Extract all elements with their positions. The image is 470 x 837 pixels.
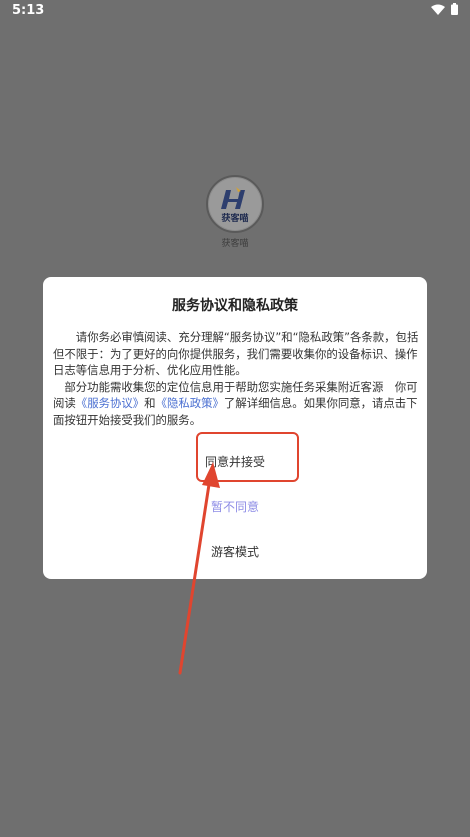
status-icons	[431, 3, 458, 15]
battery-icon	[451, 3, 458, 15]
dialog-title: 服务协议和隐私政策	[172, 298, 298, 314]
status-bar: 5:13	[0, 0, 470, 22]
dialog-paragraph-1: 请你务必审慎阅读、充分理解“服务协议”和“隐私政策”各条款，包括但不限于：为了更…	[53, 330, 419, 377]
app-logo: 获客喵	[206, 175, 264, 233]
app-logo-icon: 获客喵	[209, 178, 261, 230]
dialog-paragraph-2: 部分功能需收集您的定位信息用于帮助您实施任务采集附近客源 你可阅读《服务协议》和…	[53, 379, 419, 429]
status-time: 5:13	[12, 3, 45, 18]
dialog-body: 请你务必审慎阅读、充分理解“服务协议”和“隐私政策”各条款，包括但不限于：为了更…	[53, 329, 419, 428]
agreement-dialog: 服务协议和隐私政策 请你务必审慎阅读、充分理解“服务协议”和“隐私政策”各条款，…	[43, 277, 427, 579]
accept-button[interactable]: 同意并接受	[43, 453, 427, 470]
app-logo-text: 获客喵	[221, 212, 248, 224]
app-name: 获客喵	[221, 239, 249, 249]
wifi-icon	[431, 4, 445, 15]
decline-button[interactable]: 暂不同意	[43, 498, 427, 515]
privacy-policy-link[interactable]: 《隐私政策》	[156, 396, 224, 410]
guest-mode-button[interactable]: 游客模式	[43, 543, 427, 560]
paragraph-2-and: 和	[144, 396, 156, 410]
service-agreement-link[interactable]: 《服务协议》	[76, 396, 144, 410]
